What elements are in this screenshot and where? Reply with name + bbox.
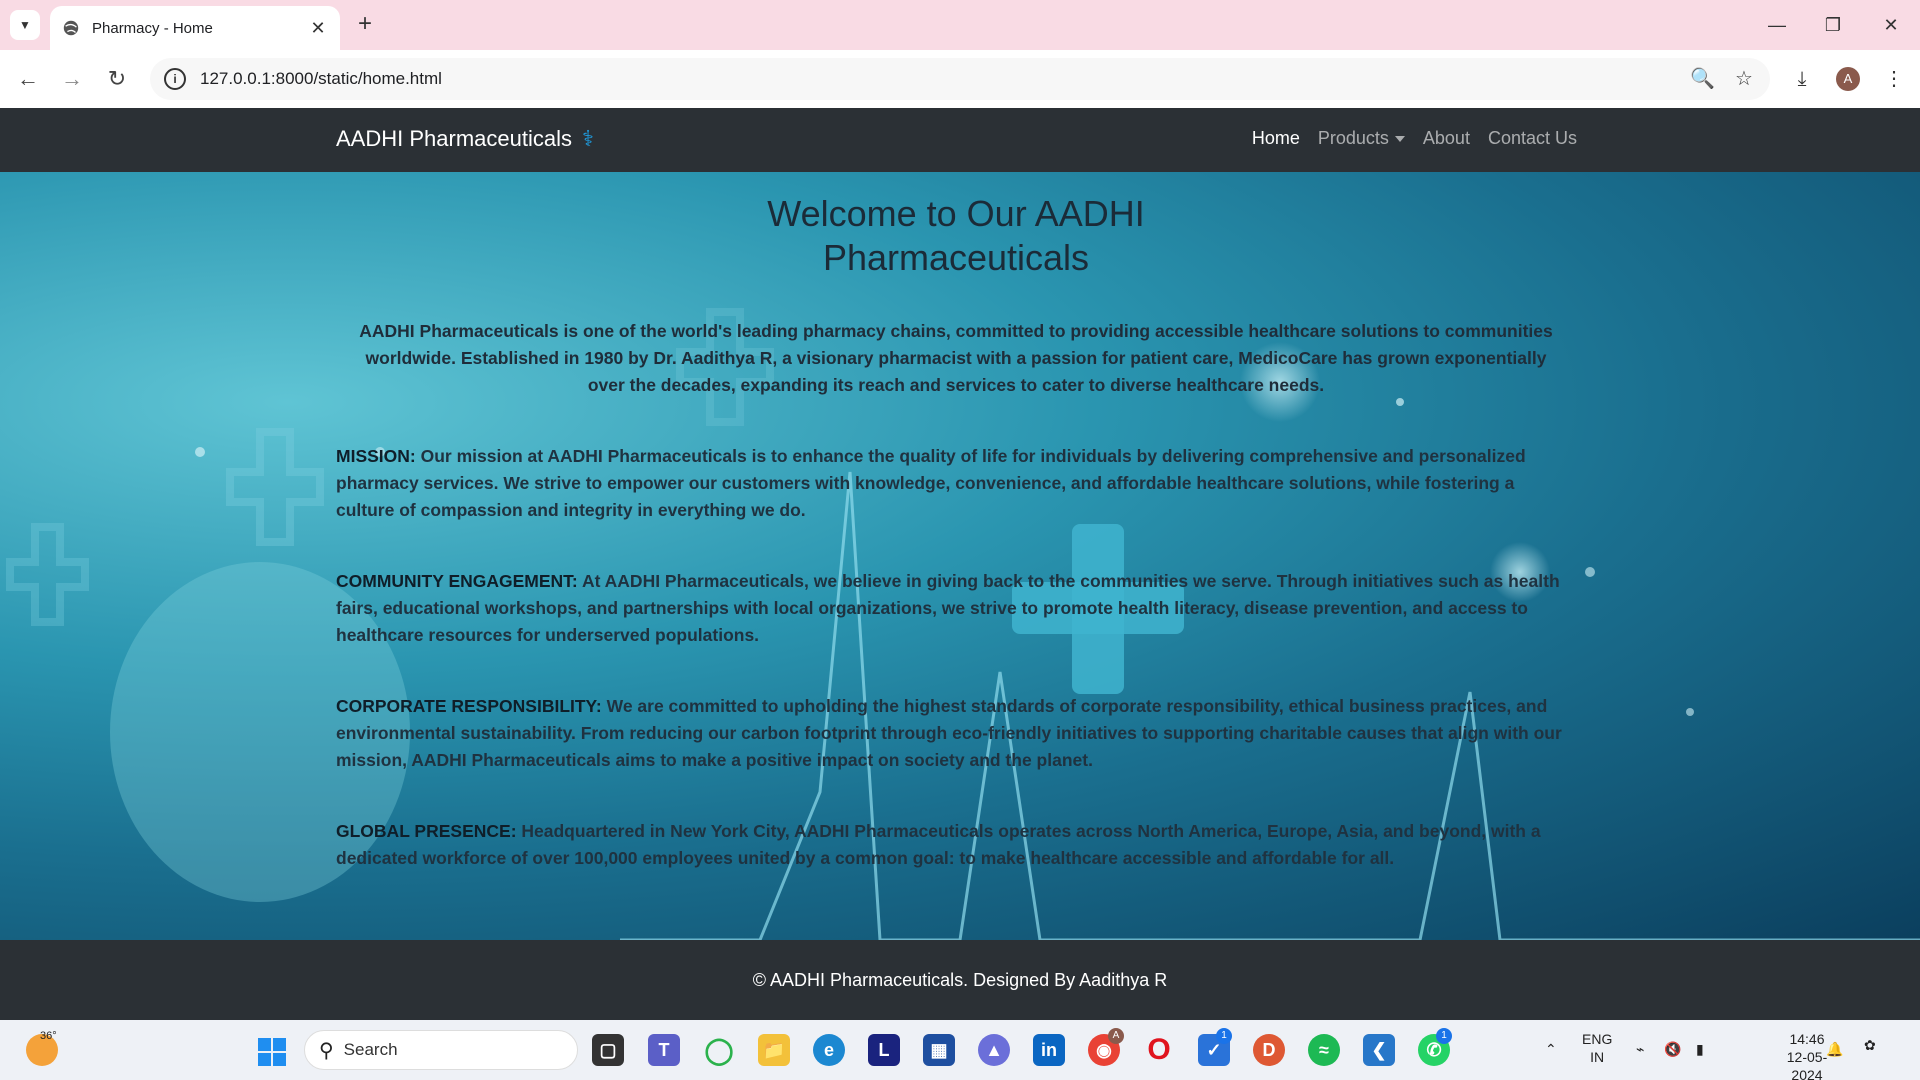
vscode-icon[interactable]: ❮ (1363, 1034, 1395, 1066)
teams-icon[interactable]: T (648, 1034, 680, 1066)
language-region: IN (1590, 1049, 1605, 1065)
notification-bell-icon[interactable]: 🔔 (1826, 1040, 1843, 1058)
l-app-icon[interactable]: L (868, 1034, 900, 1066)
file-explorer-icon[interactable]: 📁 (758, 1034, 790, 1066)
community-section: COMMUNITY ENGAGEMENT: At AADHI Pharmaceu… (336, 568, 1576, 649)
browser-tab[interactable]: Pharmacy - Home ✕ (50, 6, 340, 50)
nav-home[interactable]: Home (1252, 128, 1300, 149)
brand[interactable]: AADHI Pharmaceuticals ⚕ (336, 126, 594, 152)
taskbar-search[interactable]: ⚲ Search (304, 1030, 578, 1070)
todo-badge: 1 (1216, 1028, 1232, 1044)
mission-section: MISSION: Our mission at AADHI Pharmaceut… (336, 443, 1576, 524)
minimize-button[interactable]: — (1762, 12, 1792, 38)
main-content: Welcome to Our AADHI Pharmaceuticals AAD… (336, 172, 1576, 872)
edge-icon[interactable]: e (813, 1034, 845, 1066)
close-tab-icon[interactable]: ✕ (308, 18, 328, 39)
section-heading: MISSION: (336, 446, 416, 466)
language-code: ENG (1582, 1031, 1613, 1047)
caret-down-icon (1394, 136, 1405, 143)
browser-tab-bar: ▼ Pharmacy - Home ✕ + — ❐ ✕ (0, 0, 1920, 50)
hero-section: Welcome to Our AADHI Pharmaceuticals AAD… (0, 172, 1920, 940)
profile-avatar[interactable]: A (1836, 67, 1860, 91)
menu-kebab-icon[interactable]: ⋮ (1880, 65, 1908, 93)
nav-links: Home Products About Contact Us (1252, 128, 1577, 149)
intro-paragraph: AADHI Pharmaceuticals is one of the worl… (359, 321, 1553, 395)
download-icon[interactable]: ⤓ (1788, 65, 1816, 93)
page-title: Welcome to Our AADHI Pharmaceuticals (336, 192, 1576, 280)
chrome-profile-badge: A (1108, 1028, 1124, 1044)
spotify-icon[interactable]: ≈ (1308, 1034, 1340, 1066)
nav-products-label: Products (1317, 128, 1389, 148)
duckduckgo-icon[interactable]: D (1253, 1034, 1285, 1066)
zoom-icon[interactable]: 🔍 (1690, 67, 1715, 91)
section-text: Our mission at AADHI Pharmaceuticals is … (336, 446, 1526, 520)
restore-button[interactable]: ❐ (1818, 12, 1848, 38)
task-view-icon[interactable]: ▢ (592, 1034, 624, 1066)
address-toolbar: ← → ↻ i 127.0.0.1:8000/static/home.html … (0, 50, 1920, 108)
wifi-icon[interactable]: ⌁ (1636, 1040, 1644, 1058)
whatsapp-badge: 1 (1436, 1028, 1452, 1044)
url-text[interactable]: 127.0.0.1:8000/static/home.html (200, 69, 1672, 89)
windows-start-icon[interactable] (258, 1038, 286, 1066)
tray-chevron-up-icon[interactable]: ⌃ (1545, 1040, 1557, 1058)
circle-app-icon[interactable]: ◯ (703, 1034, 735, 1066)
section-heading: CORPORATE RESPONSIBILITY: (336, 696, 602, 716)
search-icon: ⚲ (319, 1039, 334, 1062)
linkedin-icon[interactable]: in (1033, 1034, 1065, 1066)
taskbar-search-label: Search (343, 1040, 398, 1059)
omnibox[interactable]: i 127.0.0.1:8000/static/home.html 🔍 ☆ (150, 58, 1770, 100)
nav-products[interactable]: Products (1318, 128, 1405, 149)
tab-title: Pharmacy - Home (92, 19, 213, 37)
globe-icon (63, 20, 79, 36)
store-icon[interactable]: ▦ (923, 1034, 955, 1066)
nav-contact[interactable]: Contact Us (1488, 128, 1577, 149)
site-info-icon[interactable]: i (164, 68, 186, 90)
caduceus-icon: ⚕ (581, 126, 594, 151)
language-indicator[interactable]: ENG IN (1582, 1030, 1612, 1066)
section-heading: COMMUNITY ENGAGEMENT: (336, 571, 578, 591)
page-title-line1: Welcome to Our AADHI (767, 193, 1145, 234)
nav-about[interactable]: About (1423, 128, 1470, 149)
page-title-line2: Pharmaceuticals (822, 237, 1090, 278)
forward-button[interactable]: → (58, 65, 86, 93)
os-taskbar: 36° ⚲ Search ▢ T ◯ 📁 e L ▦ ▲ in ◉ A O ✓ … (0, 1020, 1920, 1080)
site-footer: © AADHI Pharmaceuticals. Designed By Aad… (0, 940, 1920, 1020)
battery-icon[interactable]: ▮ (1696, 1040, 1704, 1058)
opera-icon[interactable]: O (1143, 1034, 1175, 1066)
mute-icon[interactable]: 🔇 (1664, 1040, 1681, 1058)
chevron-down-icon: ▼ (19, 18, 31, 32)
reload-button[interactable]: ↻ (103, 65, 131, 93)
bookmark-star-icon[interactable]: ☆ (1732, 67, 1756, 91)
section-heading: GLOBAL PRESENCE: (336, 821, 517, 841)
site-navbar: AADHI Pharmaceuticals ⚕ Home Products Ab… (0, 108, 1920, 172)
corporate-section: CORPORATE RESPONSIBILITY: We are committ… (336, 693, 1576, 774)
tab-search-button[interactable]: ▼ (10, 10, 40, 40)
global-section: GLOBAL PRESENCE: Headquartered in New Yo… (336, 818, 1576, 872)
copilot-icon[interactable]: ✿ (1864, 1036, 1876, 1054)
back-button[interactable]: ← (14, 65, 42, 93)
brand-name: AADHI Pharmaceuticals (336, 126, 572, 151)
close-window-button[interactable]: ✕ (1876, 12, 1906, 38)
new-tab-button[interactable]: + (352, 12, 378, 38)
triangle-app-icon[interactable]: ▲ (978, 1034, 1010, 1066)
weather-temp: 36° (40, 1030, 57, 1042)
section-text: Headquartered in New York City, AADHI Ph… (336, 821, 1541, 868)
